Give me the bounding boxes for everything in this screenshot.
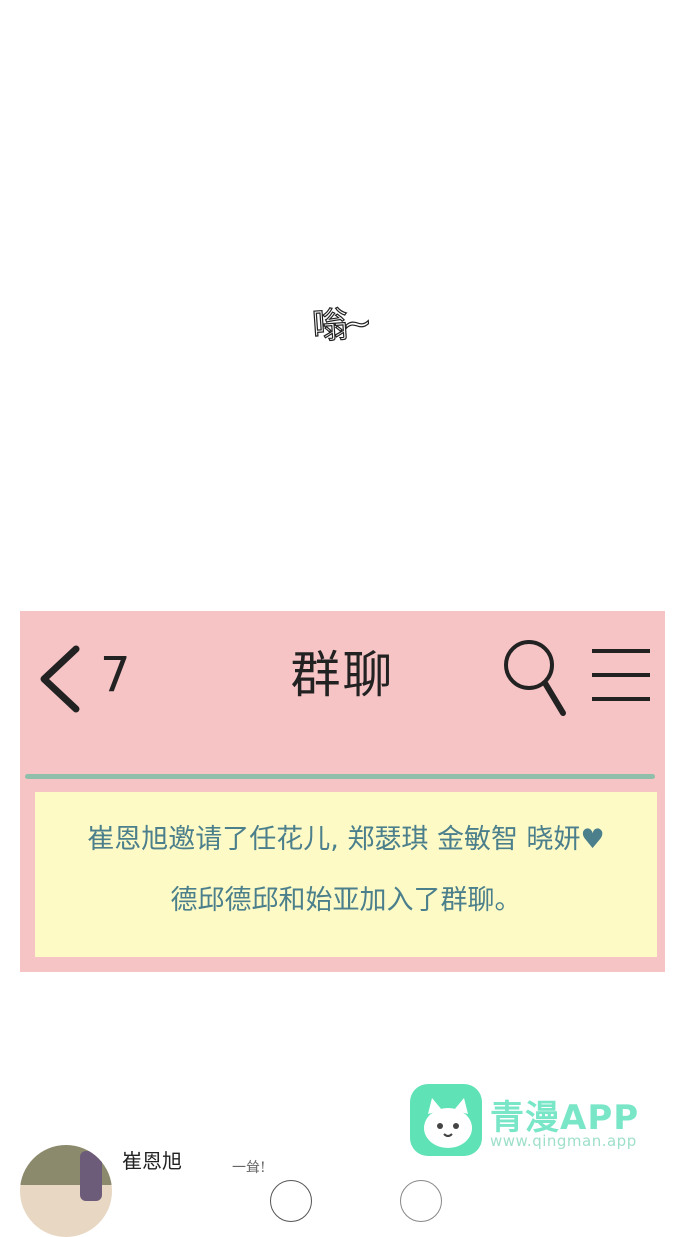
chat-screen: 7 群聊 崔恩旭邀请了任花儿, 郑瑟琪 金敏智 晓妍♥ 德邱德邱和始亚加入了群聊… [20,611,665,972]
avatar[interactable] [20,1145,112,1237]
notice-line-1: 崔恩旭邀请了任花儿, 郑瑟琪 金敏智 晓妍♥ [87,824,605,855]
cat-logo-icon [410,1084,482,1156]
watermark-url: www.qingman.app [490,1132,637,1150]
sender-name: 崔恩旭 [122,1149,182,1173]
chat-bubble [270,1180,312,1222]
system-notice: 崔恩旭邀请了任花儿, 郑瑟琪 金敏智 晓妍♥ 德邱德邱和始亚加入了群聊。 [35,792,657,957]
app-watermark: 青漫APP www.qingman.app [410,1082,650,1158]
small-sound-effect: 一耸! [232,1160,266,1176]
header-divider [25,774,655,779]
chat-bubble [400,1180,442,1222]
sound-effect: 嗡~ [310,303,368,349]
menu-icon[interactable] [590,645,652,705]
notice-line-2: 德邱德邱和始亚加入了群聊。 [170,885,522,916]
search-icon[interactable] [503,635,569,719]
